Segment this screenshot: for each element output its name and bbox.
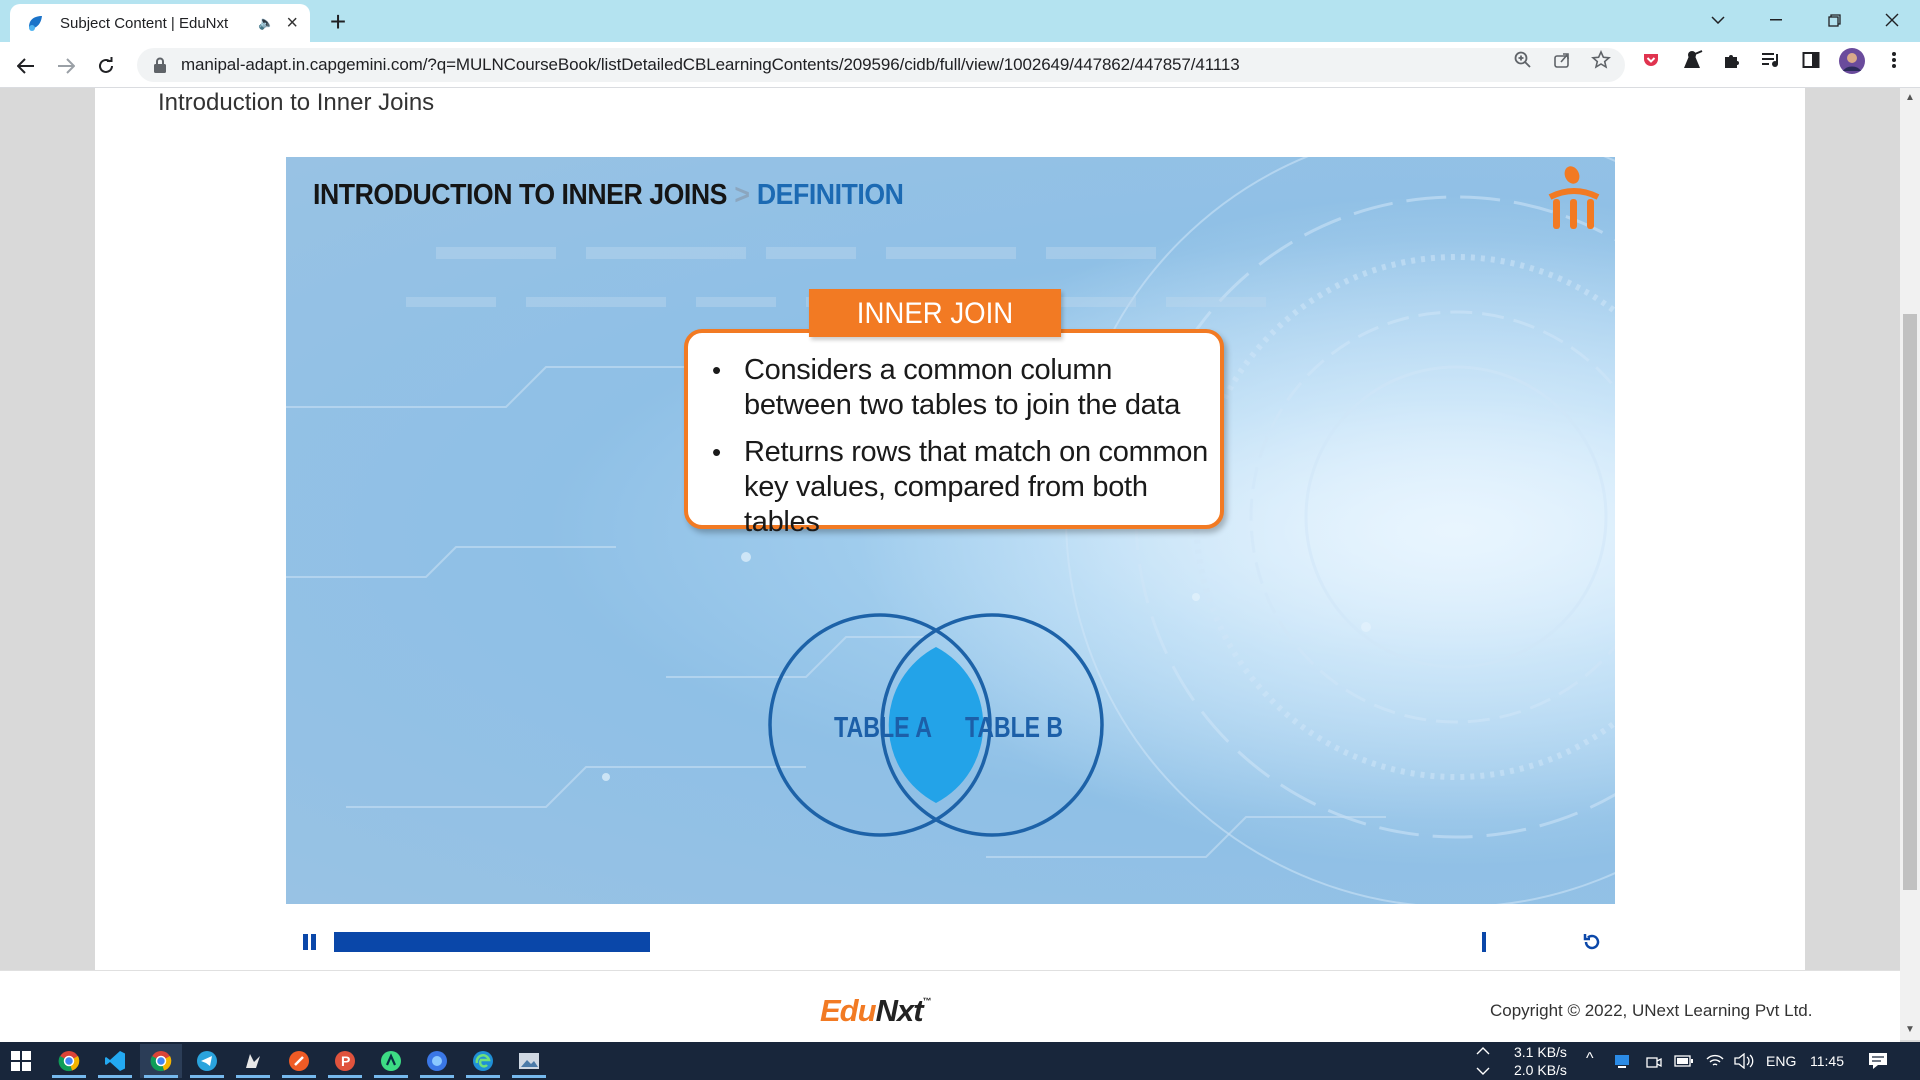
extension-ninja-icon[interactable] [1681,49,1703,71]
inner-join-callout: Considers a common column between two ta… [684,329,1224,538]
slide-title-sub: DEFINITION [756,179,904,211]
windows-taskbar: P 3.1 KB/s 2.0 KB/s ^ ENG 11:45 [0,1042,1920,1080]
powerpoint-taskbar-icon[interactable]: P [324,1044,366,1078]
browser-menu-icon[interactable] [1883,49,1905,71]
profile-avatar[interactable] [1838,47,1866,75]
copyright-text: Copyright © 2022, UNext Learning Pvt Ltd… [1490,1001,1813,1020]
upload-arrow-icon [1476,1047,1490,1055]
tray-meet-icon[interactable] [1646,1054,1662,1070]
net-download-speed: 2.0 KB/s [1514,1062,1567,1078]
scroll-down-icon[interactable]: ▼ [1905,1024,1915,1035]
manipal-logo-icon [1548,166,1600,229]
arrow-left-icon [17,58,34,74]
svg-text:P: P [341,1053,350,1069]
video-player[interactable]: INTRODUCTION TO INNER JOINS>DEFINITION C… [286,157,1615,904]
slide-title: INTRODUCTION TO INNER JOINS > DEFINITION [313,179,904,212]
address-bar[interactable]: manipal-adapt.in.capgemini.com/?q=MULNCo… [137,48,1625,82]
edunxt-favicon-icon [29,16,42,31]
taskbar-clock[interactable]: 11:45 [1810,1053,1844,1069]
bookmark-star-icon[interactable] [1590,49,1612,71]
url-text: manipal-adapt.in.capgemini.com/?q=MULNCo… [181,55,1240,74]
lock-icon [154,57,166,73]
tray-display-icon[interactable] [1614,1054,1630,1070]
battery-icon[interactable] [1674,1054,1694,1068]
callout-heading: INNER JOIN [808,289,1062,337]
postman-taskbar-icon[interactable] [278,1044,320,1078]
replay-icon[interactable] [1580,930,1604,954]
page-scrollbar[interactable]: ▲ ▼ [1900,88,1920,1040]
net-upload-speed: 3.1 KB/s [1514,1044,1567,1060]
download-arrow-icon [1476,1067,1490,1075]
pause-button[interactable] [303,934,319,950]
reload-button[interactable] [90,50,122,82]
venn-diagram: TABLE A TABLE B [768,613,1104,837]
tab-audio-icon[interactable]: 🔈 [258,15,274,31]
reload-icon [99,57,113,73]
side-panel-icon[interactable] [1800,49,1822,71]
browser-tab-strip: Subject Content | EduNxt 🔈 × + [0,0,1920,42]
back-button[interactable] [10,50,42,82]
zoom-icon[interactable] [1512,49,1534,71]
definition-bullet: Returns rows that match on common key va… [710,435,1210,540]
definition-list: Considers a common column between two ta… [710,353,1210,552]
venn-label-table-a: TABLE A [834,712,932,744]
windows-start-icon[interactable] [0,1044,42,1078]
photos-taskbar-icon[interactable] [508,1044,550,1078]
player-controls [286,920,1615,958]
tray-overflow-chevron-icon[interactable]: ^ [1586,1050,1594,1068]
pocket-extension-icon[interactable] [1640,49,1662,71]
scroll-up-icon[interactable]: ▲ [1905,92,1915,103]
firefox-taskbar-icon[interactable] [416,1044,458,1078]
window-close-button[interactable] [1864,0,1920,40]
tab-title: Subject Content | EduNxt [60,14,229,32]
forward-button[interactable] [50,50,82,82]
progress-bar[interactable] [334,932,650,952]
chrome-profile-taskbar-icon[interactable] [140,1044,182,1078]
notifications-icon[interactable] [1868,1052,1888,1070]
restore-button[interactable] [1806,0,1862,40]
progress-marker[interactable] [1482,932,1486,952]
android-studio-taskbar-icon[interactable] [370,1044,412,1078]
volume-icon[interactable] [1734,1053,1754,1069]
page-viewport: Introduction to Inner Joins INTRODUCTION… [0,88,1920,1042]
scroll-thumb[interactable] [1903,314,1917,890]
slide-title-main: INTRODUCTION TO INNER JOINS [313,179,727,211]
input-language[interactable]: ENG [1766,1053,1796,1069]
browser-tab[interactable]: Subject Content | EduNxt 🔈 × [10,4,310,42]
venn-label-table-b: TABLE B [965,712,1063,744]
page-footer: EduNxt™ Copyright © 2022, UNext Learning… [0,970,1900,1042]
edge-taskbar-icon[interactable] [462,1044,504,1078]
edunxt-logo[interactable]: EduNxt™ [820,993,932,1029]
vscode-taskbar-icon[interactable] [94,1044,136,1078]
wifi-icon[interactable] [1706,1054,1724,1068]
extensions-puzzle-icon[interactable] [1721,49,1743,71]
tab-search-icon[interactable] [1690,0,1746,40]
browser-toolbar: manipal-adapt.in.capgemini.com/?q=MULNCo… [0,42,1920,88]
telegram-taskbar-icon[interactable] [186,1044,228,1078]
inkscape-taskbar-icon[interactable] [232,1044,274,1078]
page-title: Introduction to Inner Joins [158,89,435,116]
chrome-taskbar-icon[interactable] [48,1044,90,1078]
media-controls-icon[interactable] [1760,49,1782,71]
minimize-button[interactable] [1748,0,1804,40]
arrow-right-icon [58,58,75,74]
tab-close-icon[interactable]: × [286,13,298,33]
slide-title-separator: > [734,179,750,211]
share-icon[interactable] [1551,49,1573,71]
new-tab-button[interactable]: + [322,6,354,38]
definition-bullet: Considers a common column between two ta… [710,353,1210,423]
